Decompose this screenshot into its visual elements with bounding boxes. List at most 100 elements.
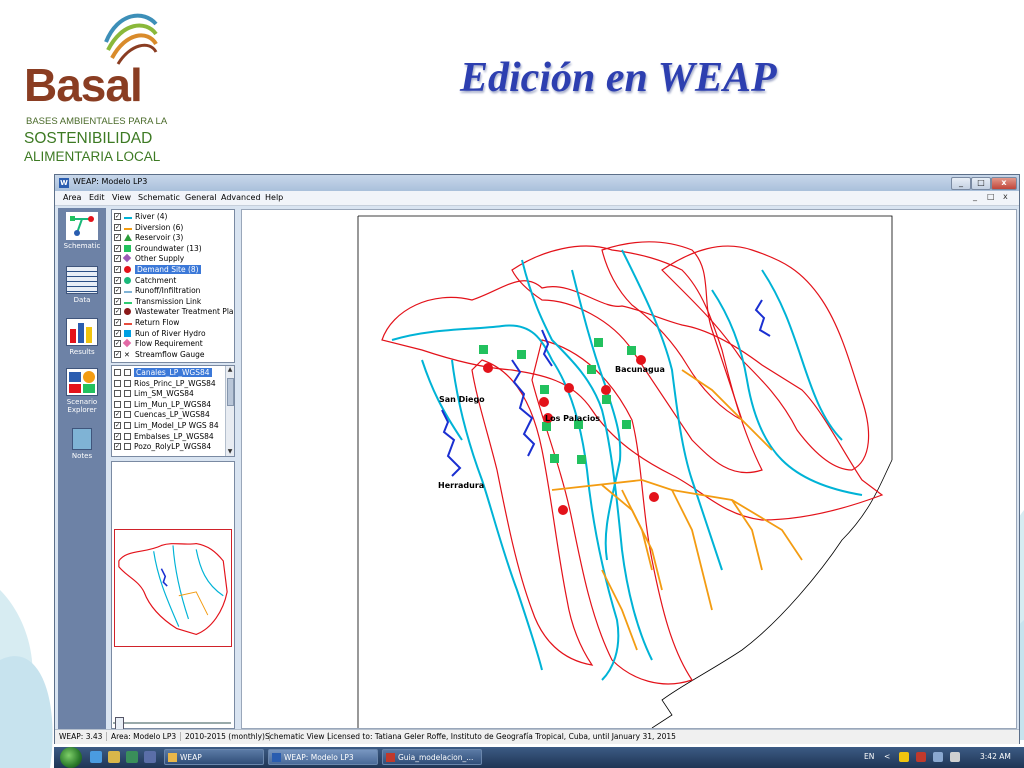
zoom-slider[interactable] [113, 716, 231, 731]
task-guia-pdf[interactable]: Guia_modelacion_... [382, 749, 482, 765]
mdi-close-button[interactable]: x [1003, 192, 1008, 201]
language-indicator[interactable]: EN [864, 752, 874, 761]
gis-layers-list: Canales_LP_WGS84 Rios_Princ_LP_WGS84 Lim_S… [111, 365, 235, 457]
tray-usb-icon[interactable] [950, 752, 960, 762]
view-results[interactable]: Results [60, 318, 104, 356]
schematic-map[interactable]: San Diego Herradura Los Palacios Bacunag… [242, 210, 1016, 728]
gis-layer-item[interactable]: ✓ Pozo_RolyLP_WGS84 [114, 442, 226, 452]
legend-checkbox[interactable]: ✓ [114, 308, 121, 316]
gis-layer-checkbox[interactable]: ✓ [114, 422, 121, 429]
gis-layer-checkbox[interactable] [114, 379, 121, 387]
legend-checkbox[interactable]: ✓ [114, 329, 121, 337]
legend-checkbox[interactable]: ✓ [114, 266, 121, 273]
menu-edit[interactable]: Edit [89, 193, 105, 202]
legend-checkbox[interactable]: ✓ [114, 244, 121, 252]
window-minimize-button[interactable]: _ [951, 177, 971, 190]
scroll-up-icon[interactable]: ▲ [226, 366, 234, 374]
tray-flag-icon[interactable] [916, 752, 926, 762]
legend-item[interactable]: ✓ Reservoir (3) [114, 233, 234, 243]
groundwater-nodes[interactable] [479, 338, 636, 464]
layers-scrollbar[interactable]: ▲ ▼ [225, 366, 234, 456]
legend-checkbox[interactable]: ✓ [114, 276, 121, 284]
gis-layer-item[interactable]: ✓ Embalses_LP_WGS84 [114, 432, 226, 442]
window-close-button[interactable]: x [991, 177, 1017, 190]
view-data[interactable]: Data [60, 266, 104, 304]
gis-layer-item[interactable]: Lim_SM_WGS84 [114, 389, 226, 399]
view-notes[interactable]: Notes [60, 428, 104, 460]
legend-item[interactable]: ✓ Groundwater (13) [114, 244, 234, 254]
legend-item[interactable]: ✓ Demand Site (8) [114, 265, 234, 275]
window-maximize-button[interactable]: □ [971, 177, 991, 190]
legend-checkbox[interactable]: ✓ [114, 319, 121, 326]
legend-item[interactable]: ✓ River (4) [114, 212, 234, 222]
legend-item[interactable]: ✓ Diversion (6) [114, 223, 234, 233]
mdi-minimize-button[interactable]: _ [973, 192, 977, 201]
gis-layer-item[interactable]: Lim_Mun_LP_WGS84 [114, 400, 226, 410]
desktop-quicklaunch-icon[interactable] [144, 751, 156, 763]
legend-symbol-icon [122, 254, 132, 263]
legend-item[interactable]: ✓ Flow Requirement [114, 338, 234, 349]
gis-layer-item[interactable]: Canales_LP_WGS84 [114, 368, 226, 378]
legend-item-label: River (4) [135, 212, 168, 221]
legend-checkbox[interactable]: ✓ [114, 234, 121, 242]
gis-layer-item[interactable]: Rios_Princ_LP_WGS84 [114, 379, 226, 389]
legend-item-label: Flow Requirement [135, 339, 203, 349]
legend-item[interactable]: ✓ ✕ Streamflow Gauge [114, 350, 234, 360]
gis-layer-checkbox[interactable] [114, 400, 121, 408]
gis-layer-checkbox[interactable] [114, 369, 121, 376]
legend-item[interactable]: ✓ Catchment [114, 276, 234, 286]
menu-help[interactable]: Help [265, 193, 283, 202]
window-title: WEAP: Modelo LP3 [73, 177, 148, 186]
menu-schematic[interactable]: Schematic [138, 193, 180, 202]
legend-symbol-icon [124, 217, 132, 219]
task-weap-model[interactable]: WEAP: Modelo LP3 [268, 749, 378, 765]
start-button[interactable] [60, 747, 82, 768]
legend-checkbox[interactable]: ✓ [114, 297, 121, 305]
legend-checkbox[interactable]: ✓ [114, 350, 121, 358]
gis-layer-item[interactable]: ✓ Cuencas_LP_WGS84 [114, 410, 226, 420]
clock[interactable]: 3:42 AM [980, 752, 1011, 761]
data-icon [66, 266, 98, 294]
menu-view[interactable]: View [112, 193, 131, 202]
view-scenario-explorer[interactable]: Scenario Explorer [60, 368, 104, 414]
gis-layer-item[interactable]: ✓ Lim_Model_LP WGS 84 [114, 421, 226, 431]
legend-checkbox[interactable]: ✓ [114, 223, 121, 231]
window-titlebar[interactable]: W WEAP: Modelo LP3 _ □ x [55, 175, 1019, 191]
legend-item[interactable]: ✓ Transmission Link [114, 297, 234, 307]
legend-symbol-icon [124, 266, 131, 273]
scroll-thumb[interactable] [227, 378, 234, 406]
legend-item[interactable]: ✓ Wastewater Treatment Plant [114, 307, 234, 317]
gis-layer-checkbox[interactable]: ✓ [114, 443, 121, 451]
gis-layer-swatch-icon [124, 422, 131, 429]
status-bar: WEAP: 3.43 Area: Modelo LP3 2010-2015 (m… [55, 729, 1019, 744]
legend-item[interactable]: ✓ Return Flow [114, 318, 234, 328]
demand-sites[interactable] [483, 355, 659, 515]
menu-advanced[interactable]: Advanced [221, 193, 261, 202]
legend-item[interactable]: ✓ Other Supply [114, 254, 234, 264]
scroll-down-icon[interactable]: ▼ [226, 448, 234, 456]
legend-checkbox[interactable]: ✓ [114, 213, 121, 220]
tray-chevron-icon[interactable]: < [884, 752, 890, 761]
mdi-restore-button[interactable]: □ [987, 192, 995, 201]
gis-layer-checkbox[interactable]: ✓ [114, 432, 121, 440]
explorer-quicklaunch-icon[interactable] [108, 751, 120, 763]
rivers [391, 249, 863, 681]
tray-volume-icon[interactable] [933, 752, 943, 762]
legend-checkbox[interactable]: ✓ [114, 287, 121, 295]
tray-network-icon[interactable] [899, 752, 909, 762]
gis-layer-checkbox[interactable]: ✓ [114, 411, 121, 419]
task-weap[interactable]: WEAP [164, 749, 264, 765]
menu-general[interactable]: General [185, 193, 217, 202]
ie-quicklaunch-icon[interactable] [90, 751, 102, 763]
schematic-icon [66, 212, 98, 240]
legend-checkbox[interactable]: ✓ [114, 340, 121, 348]
gis-layer-checkbox[interactable] [114, 390, 121, 398]
menu-area[interactable]: Area [63, 193, 81, 202]
view-schematic[interactable]: Schematic [60, 212, 104, 250]
overview-map[interactable] [114, 529, 232, 647]
legend-checkbox[interactable]: ✓ [114, 255, 121, 263]
media-quicklaunch-icon[interactable] [126, 751, 138, 763]
schematic-map-area[interactable]: San Diego Herradura Los Palacios Bacunag… [241, 209, 1017, 729]
legend-item[interactable]: ✓ Runoff/Infiltration [114, 286, 234, 296]
legend-item[interactable]: ✓ Run of River Hydro [114, 329, 234, 339]
